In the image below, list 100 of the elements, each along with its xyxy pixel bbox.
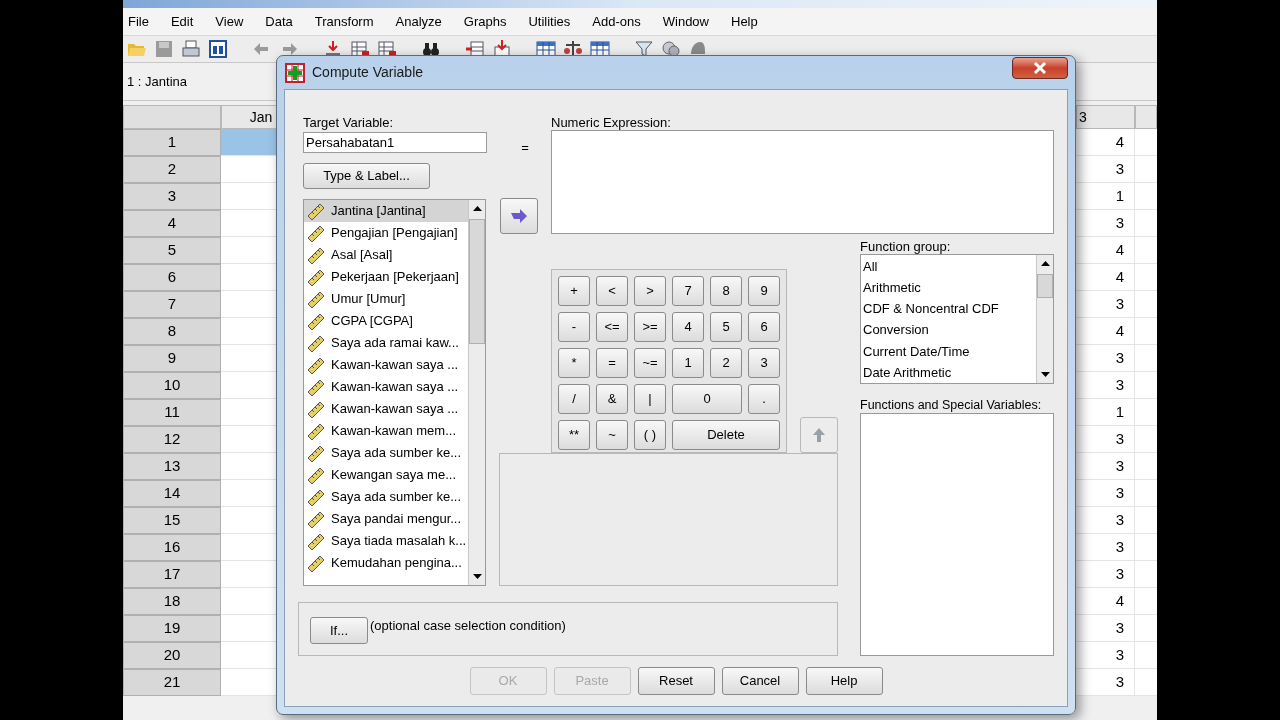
keypad-key[interactable]: ** (558, 420, 590, 450)
column-header[interactable]: 3 (1076, 105, 1135, 129)
data-cell[interactable] (1135, 453, 1157, 480)
row-header[interactable]: 8 (123, 318, 221, 345)
menu-item[interactable]: Edit (170, 11, 194, 32)
row-header[interactable]: 15 (123, 507, 221, 534)
dialog-icon[interactable] (208, 39, 228, 59)
save-icon[interactable] (154, 39, 174, 59)
data-cell[interactable]: 3 (1076, 642, 1135, 669)
menu-item[interactable]: Utilities (528, 11, 571, 32)
data-cell[interactable] (1135, 399, 1157, 426)
row-header[interactable]: 4 (123, 210, 221, 237)
dialog-button[interactable]: Reset (637, 667, 715, 695)
keypad-key[interactable]: & (596, 384, 628, 414)
row-header[interactable]: 20 (123, 642, 221, 669)
row-header[interactable]: 5 (123, 237, 221, 264)
row-header[interactable]: 2 (123, 156, 221, 183)
data-cell[interactable] (1135, 210, 1157, 237)
keypad-key[interactable]: 1 (672, 348, 704, 378)
data-cell[interactable]: 3 (1076, 615, 1135, 642)
move-to-expression-button[interactable] (500, 198, 538, 234)
data-cell[interactable] (1135, 345, 1157, 372)
keypad-key[interactable]: 3 (748, 348, 780, 378)
keypad-key[interactable]: 2 (710, 348, 742, 378)
data-cell[interactable] (1135, 318, 1157, 345)
print-icon[interactable] (181, 39, 201, 59)
menu-item[interactable]: Analyze (395, 11, 442, 32)
function-group-item[interactable]: All (861, 256, 1036, 278)
keypad-key[interactable]: = (596, 348, 628, 378)
keypad-key[interactable]: 9 (748, 276, 780, 306)
type-label-button[interactable]: Type & Label... (303, 163, 430, 189)
data-cell[interactable]: 4 (1076, 264, 1135, 291)
keypad-key[interactable]: + (558, 276, 590, 306)
data-cell[interactable] (1135, 156, 1157, 183)
data-cell[interactable] (1135, 372, 1157, 399)
keypad-key[interactable]: 8 (710, 276, 742, 306)
row-header[interactable]: 19 (123, 615, 221, 642)
data-cell[interactable] (1135, 426, 1157, 453)
row-header[interactable]: 13 (123, 453, 221, 480)
row-header[interactable]: 9 (123, 345, 221, 372)
data-cell[interactable] (1135, 183, 1157, 210)
data-cell[interactable]: 3 (1076, 507, 1135, 534)
data-cell[interactable]: 4 (1076, 237, 1135, 264)
close-button[interactable] (1012, 56, 1068, 79)
keypad-key[interactable]: > (634, 276, 666, 306)
function-group-item[interactable]: Conversion (861, 319, 1036, 341)
keypad-key[interactable]: 0 (672, 384, 742, 414)
data-cell[interactable] (1135, 264, 1157, 291)
function-group-item[interactable]: CDF & Noncentral CDF (861, 298, 1036, 320)
scrollbar[interactable] (1036, 255, 1053, 383)
data-cell[interactable] (1135, 237, 1157, 264)
data-cell[interactable]: 3 (1076, 480, 1135, 507)
keypad-key[interactable]: * (558, 348, 590, 378)
data-cell[interactable] (1135, 588, 1157, 615)
data-cell[interactable] (1135, 507, 1157, 534)
data-cell[interactable] (1135, 129, 1157, 156)
row-header[interactable]: 1 (123, 129, 221, 156)
expression-field[interactable] (551, 130, 1054, 234)
data-cell[interactable]: 1 (1076, 183, 1135, 210)
row-header[interactable]: 3 (123, 183, 221, 210)
keypad-key[interactable]: | (634, 384, 666, 414)
function-group-list[interactable]: All Arithmetic CDF & Noncentral CDF Conversion Current Date/Time Date Arithmetic (860, 254, 1054, 384)
keypad-key[interactable]: Delete (672, 420, 780, 450)
row-header[interactable]: 18 (123, 588, 221, 615)
data-cell[interactable]: 3 (1076, 426, 1135, 453)
variable-list[interactable] (303, 199, 486, 586)
dialog-button[interactable]: Cancel (721, 667, 799, 695)
keypad-key[interactable]: < (596, 276, 628, 306)
data-cell[interactable]: 3 (1076, 534, 1135, 561)
data-cell[interactable] (1135, 534, 1157, 561)
data-cell[interactable]: 3 (1076, 291, 1135, 318)
column-header[interactable] (1135, 105, 1157, 129)
keypad-key[interactable]: <= (596, 312, 628, 342)
scroll-thumb[interactable] (469, 219, 485, 344)
target-variable-field[interactable]: Persahabatan1 (303, 132, 487, 153)
keypad-key[interactable]: ~= (634, 348, 666, 378)
row-header[interactable]: 11 (123, 399, 221, 426)
menu-item[interactable]: Window (662, 11, 709, 32)
row-header[interactable]: 6 (123, 264, 221, 291)
keypad-key[interactable]: 7 (672, 276, 704, 306)
keypad-key[interactable]: . (748, 384, 780, 414)
data-cell[interactable] (1135, 615, 1157, 642)
row-header[interactable]: 12 (123, 426, 221, 453)
variable-item[interactable]: Jantina [Jantina] (304, 200, 468, 222)
scroll-thumb[interactable] (1037, 274, 1053, 298)
data-cell[interactable]: 4 (1076, 318, 1135, 345)
function-group-item[interactable]: Arithmetic (861, 277, 1036, 299)
menu-item[interactable]: Transform (314, 11, 374, 32)
keypad-key[interactable]: 5 (710, 312, 742, 342)
row-header[interactable]: 10 (123, 372, 221, 399)
data-cell[interactable] (1135, 291, 1157, 318)
keypad-key[interactable]: - (558, 312, 590, 342)
menu-item[interactable]: Graphs (463, 11, 507, 32)
keypad-key[interactable]: ~ (596, 420, 628, 450)
menu-item[interactable]: Data (265, 11, 293, 32)
data-cell[interactable] (1135, 480, 1157, 507)
keypad-key[interactable]: >= (634, 312, 666, 342)
function-group-item[interactable]: Date Arithmetic (861, 361, 1036, 383)
data-cell[interactable]: 3 (1076, 561, 1135, 588)
menu-item[interactable]: Add-ons (592, 11, 641, 32)
